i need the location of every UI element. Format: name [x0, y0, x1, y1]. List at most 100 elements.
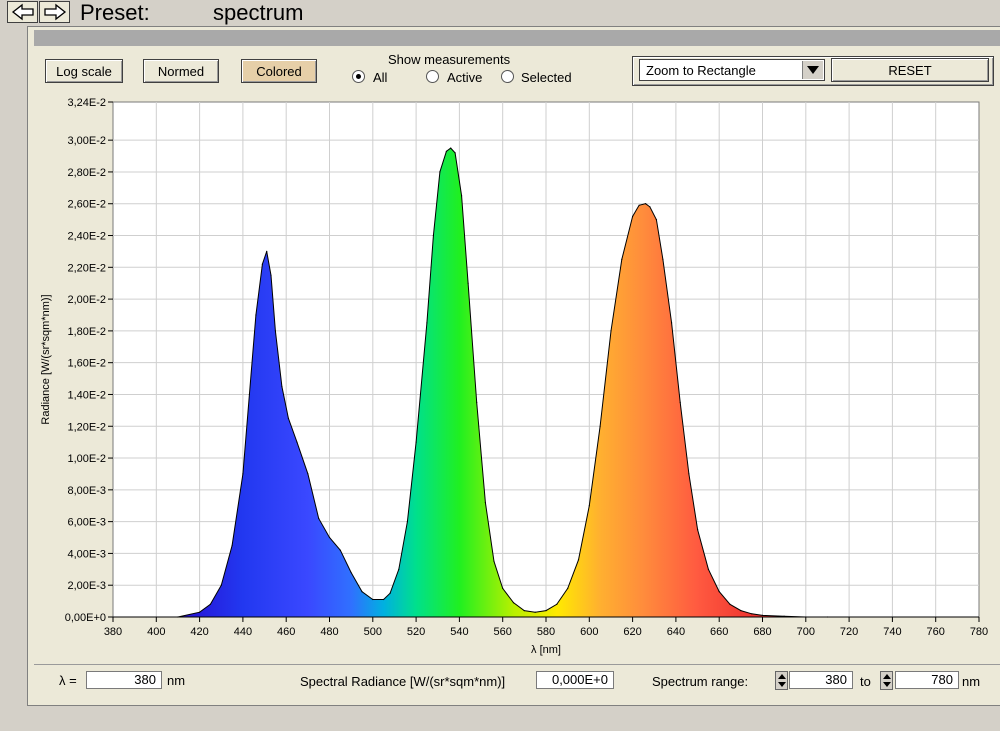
x-tick-label: 420 [190, 626, 208, 638]
colored-button[interactable]: Colored [241, 59, 317, 83]
data-point [248, 393, 250, 396]
data-point [220, 584, 222, 586]
spectral-radiance-value: 0,000E+0 [536, 671, 614, 689]
data-point [577, 559, 580, 561]
x-tick-label: 700 [797, 626, 815, 638]
data-point [476, 401, 478, 403]
reset-button[interactable]: RESET [831, 58, 989, 82]
data-point [729, 603, 731, 605]
spectrum-chart[interactable]: 380 400 420 440 460 480 500 520 540 560 580 600 620 6… [35, 94, 992, 660]
data-point [588, 505, 590, 507]
spectrum-chart-svg: 380 400 420 440 460 480 500 520 540 560 580 600 620 6… [40, 97, 988, 656]
x-tick-label: 580 [537, 626, 555, 638]
data-point [461, 195, 463, 197]
lambda-input[interactable]: 380 [86, 671, 162, 689]
radio-active[interactable] [426, 70, 439, 83]
data-point [761, 614, 764, 617]
data-point [610, 330, 612, 332]
radio-all[interactable] [352, 70, 365, 83]
x-tick-label: 660 [710, 626, 728, 638]
y-axis-label: Radiance [W/(sr*sqm*nm)] [40, 294, 52, 424]
x-tick-label: 740 [883, 626, 901, 638]
data-point [199, 611, 201, 613]
x-tick-label: 400 [147, 626, 165, 638]
zoom-mode-select[interactable]: Zoom to Rectangle [639, 59, 825, 81]
data-point [523, 610, 525, 612]
x-tick-label: 760 [927, 626, 945, 638]
x-tick-label: 440 [234, 626, 252, 638]
data-point [255, 314, 257, 316]
y-tick-label: 3,00E-2 [67, 135, 106, 147]
arrow-right-icon [43, 3, 66, 21]
data-point [432, 234, 434, 237]
x-tick-label: 620 [623, 626, 641, 638]
range-from-spinner[interactable] [775, 671, 788, 690]
data-point [270, 274, 272, 276]
data-point [406, 521, 408, 523]
data-point [274, 330, 276, 332]
data-point [649, 206, 651, 208]
y-tick-label: 6,00E-3 [67, 517, 106, 529]
data-point [361, 591, 363, 593]
forward-button[interactable] [39, 1, 70, 23]
data-point [697, 529, 699, 531]
data-point [512, 602, 515, 604]
data-point [567, 587, 569, 589]
y-tick-label: 2,00E-2 [67, 294, 106, 306]
data-point [671, 322, 673, 324]
x-tick-label: 720 [840, 626, 858, 638]
data-point [307, 473, 309, 475]
x-tick-label: 640 [667, 626, 685, 638]
chevron-down-icon [802, 61, 823, 79]
normed-button[interactable]: Normed [143, 59, 219, 83]
data-point [662, 258, 664, 260]
range-to-input[interactable]: 780 [895, 671, 959, 689]
lambda-label: λ = [59, 673, 77, 688]
data-point [328, 536, 331, 539]
x-tick-label: 560 [494, 626, 512, 638]
range-to-spinner[interactable] [880, 671, 893, 690]
y-tick-label: 2,60E-2 [67, 199, 106, 211]
data-point [398, 568, 400, 570]
data-point [534, 611, 536, 613]
data-point [484, 502, 486, 504]
zoom-mode-value: Zoom to Rectangle [646, 62, 756, 78]
radio-active-label: Active [447, 70, 483, 85]
data-point [679, 401, 681, 403]
data-point [439, 171, 441, 173]
data-point [655, 219, 658, 221]
radio-selected[interactable] [501, 70, 514, 83]
data-point [621, 258, 623, 260]
y-tick-label: 3,24E-2 [67, 97, 106, 109]
y-tick-label: 1,80E-2 [67, 326, 106, 338]
data-point [383, 598, 385, 601]
data-point [493, 560, 495, 562]
data-point [261, 263, 263, 265]
data-point [339, 549, 341, 551]
radio-selected-label: Selected [521, 70, 572, 85]
data-point [556, 603, 558, 605]
x-tick-label: 780 [970, 626, 988, 638]
x-tick-label: 540 [450, 626, 468, 638]
y-tick-label: 1,20E-2 [67, 421, 106, 433]
y-tick-label: 0,00E+0 [65, 612, 106, 624]
x-axis-label: λ [nm] [531, 644, 561, 656]
range-from-input[interactable]: 380 [789, 671, 853, 689]
data-point [638, 204, 640, 206]
y-tick-label: 4,00E-3 [67, 548, 106, 560]
back-button[interactable] [7, 1, 38, 23]
data-point [450, 147, 452, 149]
data-point [242, 473, 244, 475]
data-point [287, 417, 289, 419]
x-tick-label: 500 [364, 626, 382, 638]
data-point [718, 591, 720, 593]
data-point [318, 517, 320, 520]
arrow-left-icon [11, 3, 34, 21]
data-point [281, 385, 283, 388]
x-tick-label: 600 [580, 626, 598, 638]
y-tick-label: 1,00E-2 [67, 453, 106, 465]
log-scale-button[interactable]: Log scale [45, 59, 123, 83]
spectral-radiance-label: Spectral Radiance [W/(sr*sqm*nm)] [300, 674, 506, 689]
y-tick-label: 1,60E-2 [67, 358, 106, 370]
data-point [454, 152, 456, 154]
